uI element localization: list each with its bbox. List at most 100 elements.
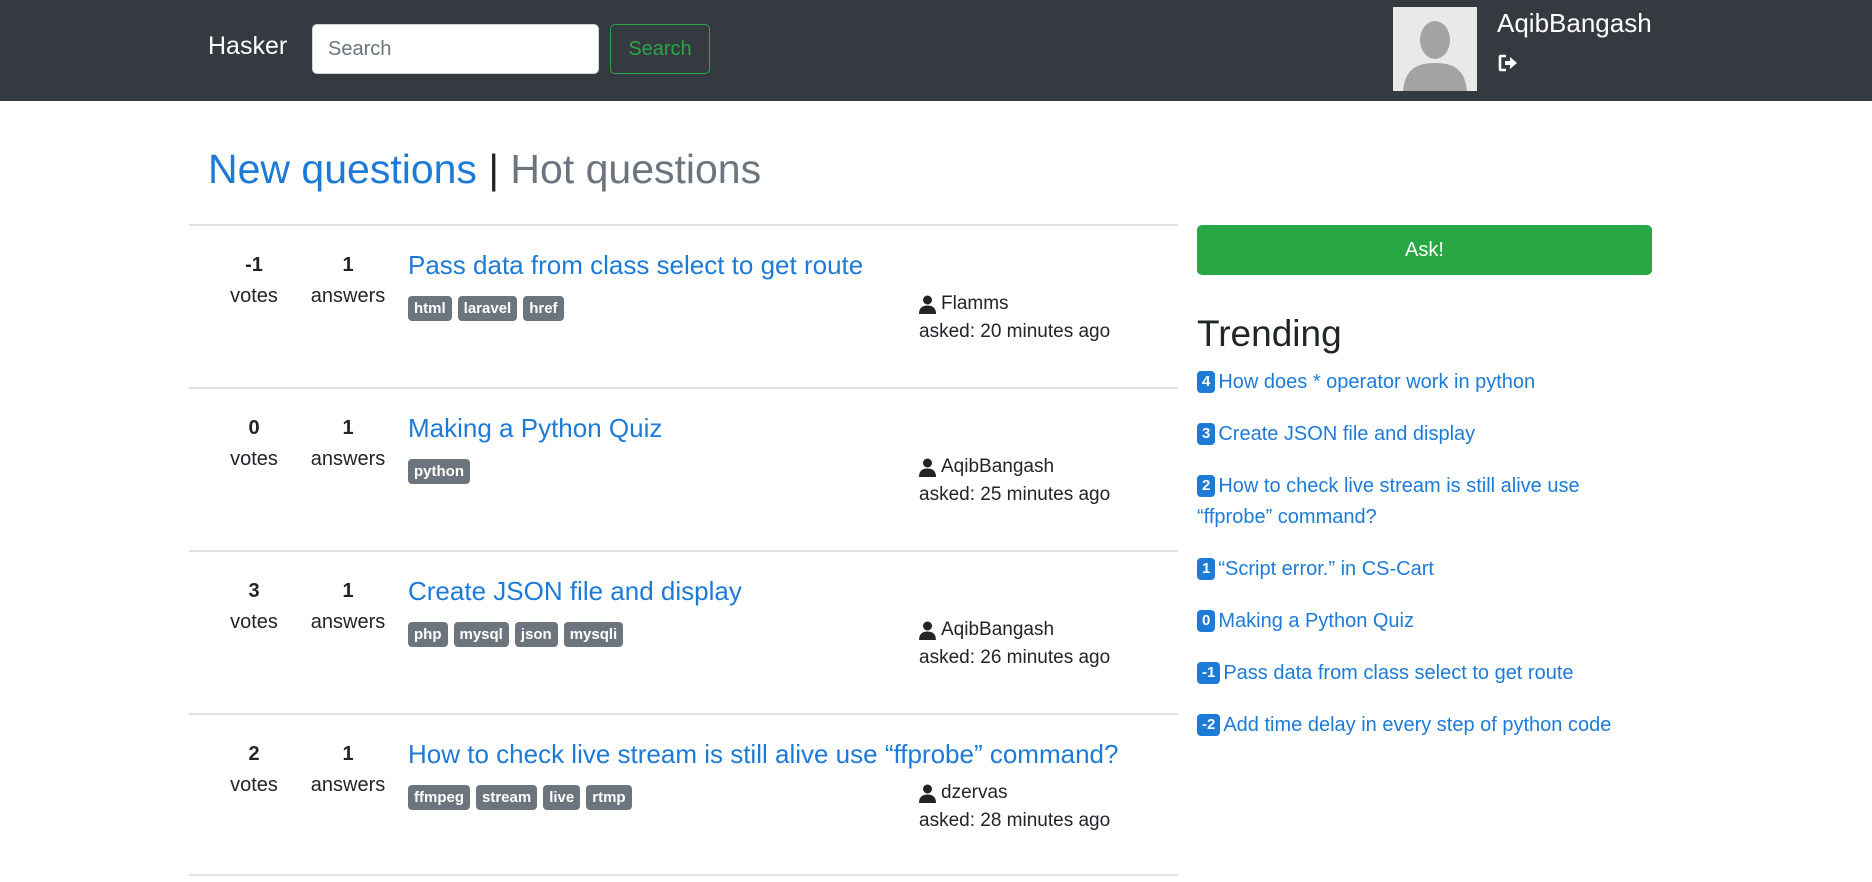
tag-list: python xyxy=(408,459,470,484)
question-row: 0 votes 1 answers Making a Python Quiz p… xyxy=(189,387,1178,550)
vote-count: 2 votes xyxy=(219,739,289,801)
answers-label: answers xyxy=(310,774,386,796)
user-icon xyxy=(919,784,936,803)
answers-number: 1 xyxy=(342,743,354,765)
trending-link[interactable]: Add time delay in every step of python c… xyxy=(1223,714,1611,736)
trending-item: 2 How to check live stream is still alive… xyxy=(1197,471,1657,533)
asked-time: asked: 20 minutes ago xyxy=(919,321,1111,342)
tab-new-questions[interactable]: New questions xyxy=(208,146,477,192)
avatar[interactable] xyxy=(1393,7,1477,91)
score-badge: 3 xyxy=(1197,423,1216,445)
trending-item: 1 “Script error.” in CS-Cart xyxy=(1197,554,1657,585)
tag-badge[interactable]: ffmpeg xyxy=(408,785,470,810)
answers-number: 1 xyxy=(342,580,354,602)
answer-count: 1 answers xyxy=(303,413,393,475)
tag-badge[interactable]: rtmp xyxy=(586,785,632,810)
asked-time: asked: 25 minutes ago xyxy=(919,484,1111,505)
votes-number: -1 xyxy=(245,254,263,276)
tag-badge[interactable]: python xyxy=(408,459,470,484)
ask-button[interactable]: Ask! xyxy=(1197,225,1652,275)
asker-info: AqibBangash asked: 26 minutes ago xyxy=(919,616,1110,672)
trending-link[interactable]: How to check live stream is still alive … xyxy=(1197,475,1580,528)
answer-count: 1 answers xyxy=(303,576,393,638)
user-icon xyxy=(919,295,936,314)
score-badge: 0 xyxy=(1197,610,1216,632)
tag-badge[interactable]: href xyxy=(523,296,564,321)
vote-count: 3 votes xyxy=(219,576,289,638)
tab-hot-questions[interactable]: Hot questions xyxy=(510,146,761,192)
brand-link[interactable]: Hasker xyxy=(208,32,287,61)
tag-badge[interactable]: mysqli xyxy=(563,622,624,647)
tag-badge[interactable]: json xyxy=(514,622,558,647)
trending-link[interactable]: Making a Python Quiz xyxy=(1218,610,1414,632)
vote-count: 0 votes xyxy=(219,413,289,475)
trending-item: 0 Making a Python Quiz xyxy=(1197,606,1657,637)
top-navbar: Hasker Search AqibBangash xyxy=(0,0,1872,101)
question-row: -1 votes 1 answers Pass data from class … xyxy=(189,224,1178,387)
answers-number: 1 xyxy=(342,254,354,276)
votes-label: votes xyxy=(230,285,278,307)
author-name[interactable]: dzervas xyxy=(941,779,1008,807)
score-badge: 2 xyxy=(1197,475,1216,497)
tag-badge[interactable]: laravel xyxy=(457,296,518,321)
vote-count: -1 votes xyxy=(219,250,289,312)
votes-label: votes xyxy=(230,774,278,796)
question-row: 2 votes 1 answers How to check live stre… xyxy=(189,713,1178,876)
tab-separator: | xyxy=(488,146,499,192)
score-badge: -2 xyxy=(1197,714,1221,736)
question-tabs: New questions | Hot questions xyxy=(208,146,761,193)
score-badge: 4 xyxy=(1197,371,1216,393)
tag-badge[interactable]: live xyxy=(543,785,581,810)
trending-link[interactable]: “Script error.” in CS-Cart xyxy=(1218,558,1434,580)
question-row: 3 votes 1 answers Create JSON file and d… xyxy=(189,550,1178,713)
votes-number: 2 xyxy=(248,743,260,765)
trending-link[interactable]: Create JSON file and display xyxy=(1218,423,1475,445)
asker-info: dzervas asked: 28 minutes ago xyxy=(919,779,1110,835)
tag-badge[interactable]: php xyxy=(408,622,448,647)
author-name[interactable]: AqibBangash xyxy=(941,616,1054,644)
question-title-link[interactable]: How to check live stream is still alive … xyxy=(408,739,1118,770)
answers-number: 1 xyxy=(342,417,354,439)
trending-link[interactable]: Pass data from class select to get route xyxy=(1223,662,1573,684)
score-badge: -1 xyxy=(1197,662,1221,684)
votes-label: votes xyxy=(230,611,278,633)
question-title-link[interactable]: Pass data from class select to get route xyxy=(408,250,863,281)
answers-label: answers xyxy=(310,448,386,470)
asked-time: asked: 28 minutes ago xyxy=(919,810,1111,831)
tag-list: ffmpeg stream live rtmp xyxy=(408,785,632,810)
trending-link[interactable]: How does * operator work in python xyxy=(1218,371,1535,393)
author-name[interactable]: Flamms xyxy=(941,290,1009,318)
score-badge: 1 xyxy=(1197,558,1216,580)
answers-label: answers xyxy=(310,285,386,307)
trending-item: -2 Add time delay in every step of python… xyxy=(1197,710,1657,741)
tag-badge[interactable]: html xyxy=(408,296,452,321)
author-name[interactable]: AqibBangash xyxy=(941,453,1054,481)
answer-count: 1 answers xyxy=(303,250,393,312)
answers-label: answers xyxy=(310,611,386,633)
username[interactable]: AqibBangash xyxy=(1497,8,1652,39)
user-icon xyxy=(919,621,936,640)
search-input[interactable] xyxy=(312,24,599,74)
asked-time: asked: 26 minutes ago xyxy=(919,647,1111,668)
asker-info: AqibBangash asked: 25 minutes ago xyxy=(919,453,1110,509)
user-silhouette-icon xyxy=(1393,7,1477,91)
trending-heading: Trending xyxy=(1197,313,1342,354)
search-button[interactable]: Search xyxy=(610,24,710,74)
question-title-link[interactable]: Making a Python Quiz xyxy=(408,413,662,444)
tag-list: php mysql json mysqli xyxy=(408,622,624,647)
trending-item: -1 Pass data from class select to get rou… xyxy=(1197,658,1657,689)
user-icon xyxy=(919,458,936,477)
votes-number: 0 xyxy=(248,417,260,439)
tag-badge[interactable]: mysql xyxy=(453,622,509,647)
answer-count: 1 answers xyxy=(303,739,393,801)
question-title-link[interactable]: Create JSON file and display xyxy=(408,576,742,607)
asker-info: Flamms asked: 20 minutes ago xyxy=(919,290,1110,346)
trending-list: 4 How does * operator work in python 3 Cre… xyxy=(1197,367,1657,762)
sign-out-icon[interactable] xyxy=(1497,52,1519,74)
votes-number: 3 xyxy=(248,580,260,602)
trending-item: 3 Create JSON file and display xyxy=(1197,419,1657,450)
question-list: -1 votes 1 answers Pass data from class … xyxy=(189,224,1178,876)
tag-badge[interactable]: stream xyxy=(476,785,538,810)
votes-label: votes xyxy=(230,448,278,470)
trending-item: 4 How does * operator work in python xyxy=(1197,367,1657,398)
